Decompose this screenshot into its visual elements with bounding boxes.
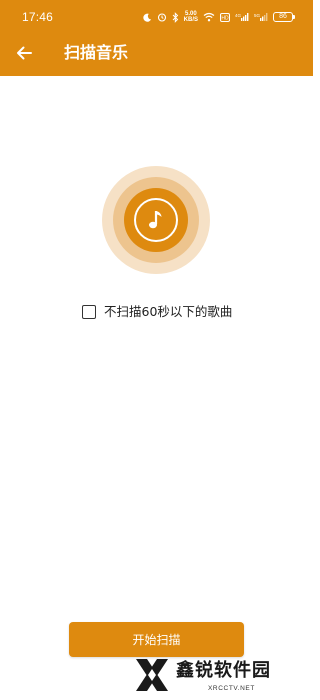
music-note-icon: [149, 211, 162, 229]
battery-icon: 86: [273, 12, 295, 22]
network-speed: 5.00 KB/S: [183, 11, 198, 23]
signal-icon-1: 4G: [235, 13, 249, 21]
music-disc: [134, 198, 178, 242]
back-button[interactable]: [12, 41, 36, 65]
skip-short-songs-label: 不扫描60秒以下的歌曲: [104, 304, 233, 319]
watermark-brand: 鑫锐软件园: [176, 660, 271, 681]
svg-text:5G: 5G: [254, 13, 261, 18]
status-bar: 17:46 5.00 KB/S HD 4G 5G 86: [0, 0, 313, 34]
site-watermark: 鑫锐软件园 XRCCTV.NET: [122, 652, 308, 700]
alarm-icon: [157, 13, 166, 22]
wifi-icon: [203, 12, 215, 22]
status-time: 17:46: [22, 10, 54, 24]
do-not-disturb-icon: [142, 13, 151, 22]
skip-short-songs-checkbox[interactable]: [82, 305, 96, 319]
hd-icon: HD: [220, 12, 230, 22]
status-icons: 5.00 KB/S HD 4G 5G 86: [142, 9, 295, 25]
brand-logo-icon: [136, 659, 168, 691]
scan-music-graphic: [102, 166, 210, 274]
watermark-url: XRCCTV.NET: [208, 685, 255, 692]
app-header: 17:46 5.00 KB/S HD 4G 5G 86 扫描音乐: [0, 0, 313, 76]
svg-text:HD: HD: [221, 15, 229, 21]
page-title: 扫描音乐: [64, 43, 129, 62]
bluetooth-icon: [172, 11, 178, 23]
svg-text:4G: 4G: [235, 13, 242, 18]
signal-icon-2: 5G: [254, 13, 268, 21]
skip-short-songs-option[interactable]: 不扫描60秒以下的歌曲: [82, 303, 232, 321]
arrow-left-icon: [17, 46, 32, 60]
